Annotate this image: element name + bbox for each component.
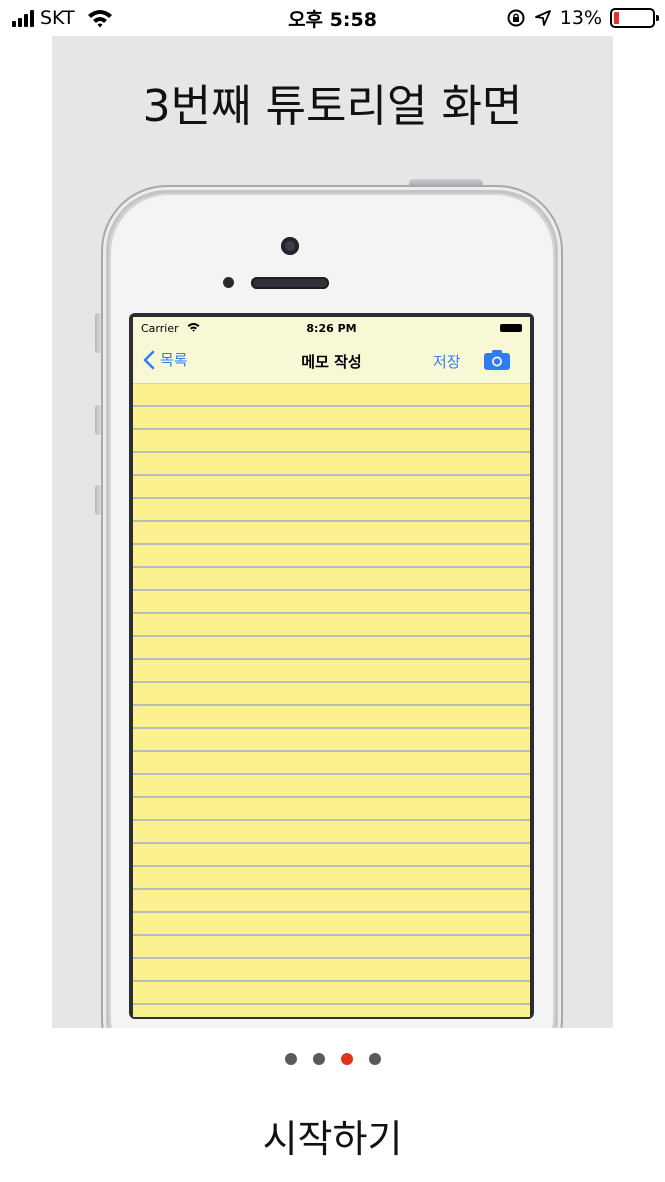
rotation-lock-icon (507, 9, 525, 27)
inner-time: 8:26 PM (306, 322, 357, 335)
inner-nav-bar: 목록 메모 작성 저장 (133, 339, 530, 384)
phone-screen-bezel: Carrier 8:26 PM 목록 메모 작성 저장 (129, 313, 534, 1019)
battery-level-fill (614, 12, 619, 24)
page-indicator[interactable] (0, 1053, 665, 1065)
inner-nav-title: 메모 작성 (301, 353, 362, 371)
page-dot-3[interactable] (340, 1053, 353, 1065)
page-dot-1[interactable] (284, 1053, 297, 1065)
tutorial-panel[interactable]: 3번째 튜토리얼 화면 Carrier 8:26 PM 목록 메모 작성 저장 (52, 36, 613, 1028)
battery-icon (610, 8, 659, 28)
location-arrow-icon (534, 10, 551, 26)
earpiece-speaker (251, 277, 329, 289)
camera-icon (484, 350, 510, 370)
front-camera-icon (281, 237, 299, 255)
phone-illustration: Carrier 8:26 PM 목록 메모 작성 저장 (95, 179, 563, 1028)
page-dot-2[interactable] (312, 1053, 325, 1065)
inner-battery-icon (500, 324, 522, 332)
battery-percent: 13% (559, 7, 602, 29)
page-dot-4[interactable] (368, 1053, 381, 1065)
inner-save-button: 저장 (433, 353, 461, 371)
status-bar: SKT 오후 5:58 13% (0, 0, 665, 36)
phone-screen: Carrier 8:26 PM 목록 메모 작성 저장 (133, 317, 530, 1017)
lined-memo-paper (133, 384, 530, 1017)
status-right: 13% (506, 6, 659, 30)
inner-status-bar: Carrier 8:26 PM (133, 317, 530, 339)
tutorial-title: 3번째 튜토리얼 화면 (142, 81, 523, 132)
proximity-sensor (223, 277, 234, 288)
start-button[interactable]: 시작하기 (0, 1108, 665, 1163)
